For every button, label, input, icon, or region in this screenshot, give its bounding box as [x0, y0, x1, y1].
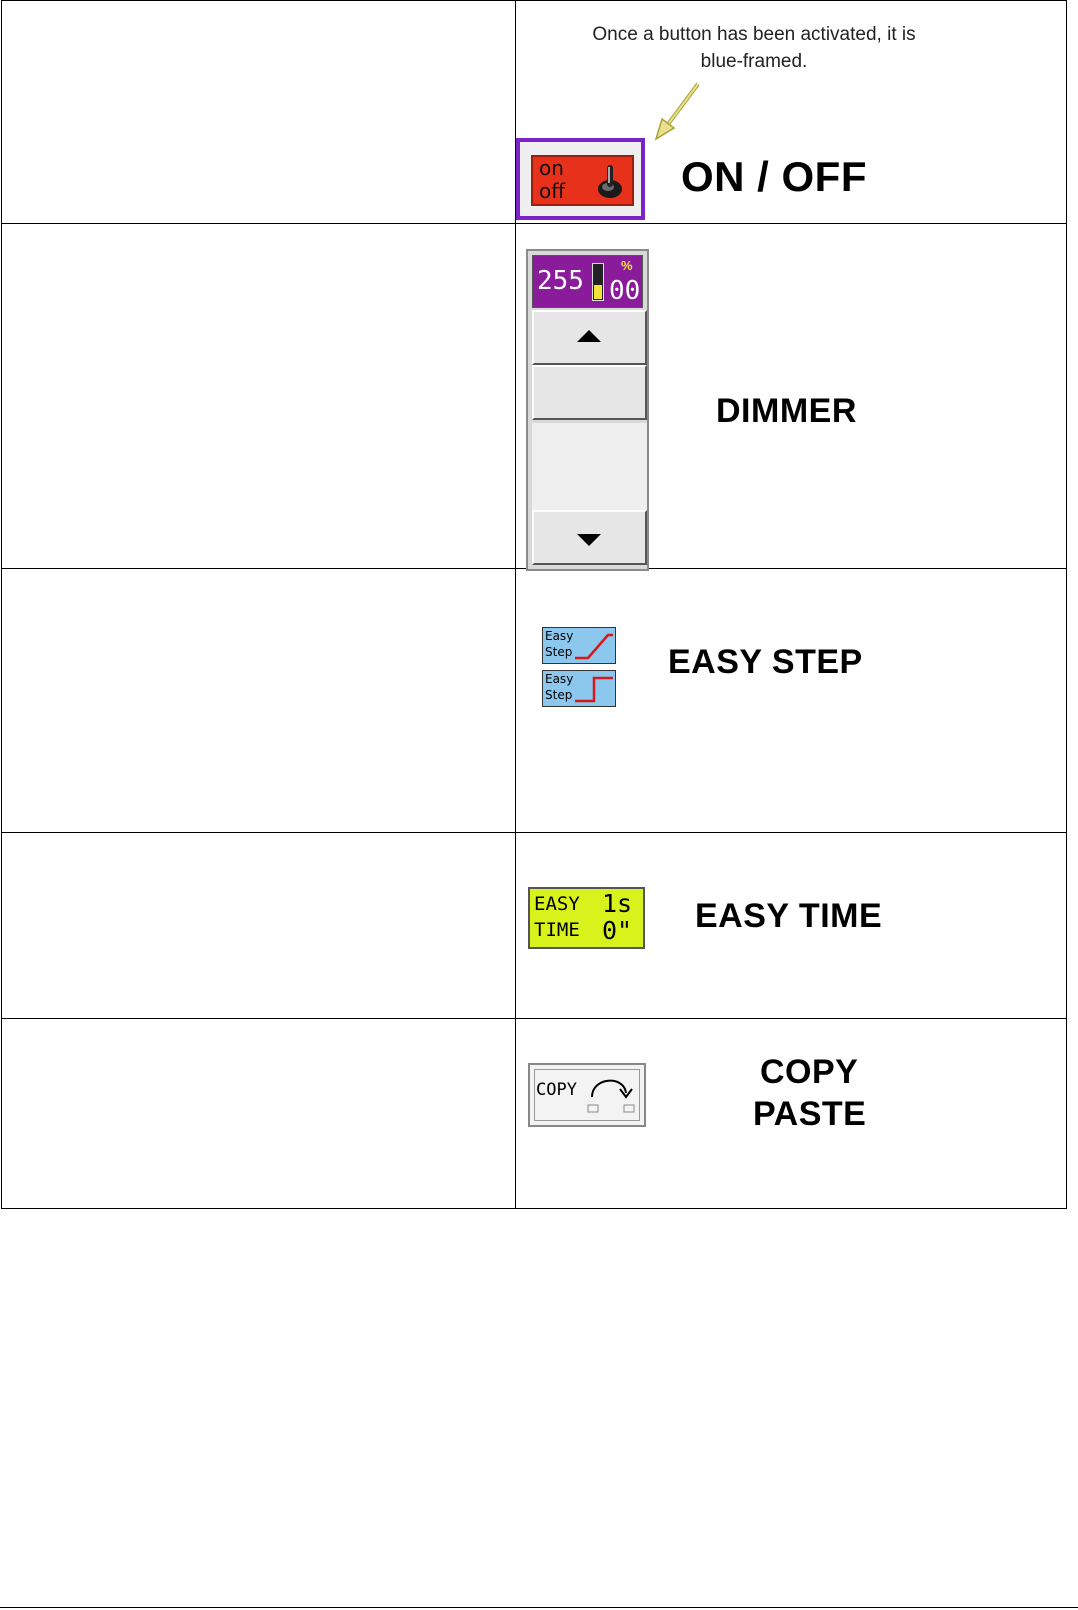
dimmer-up-button[interactable] — [532, 310, 647, 365]
easy-time-label: EASY TIME — [695, 897, 883, 935]
dimmer-level-bar — [592, 263, 604, 301]
down-arrow-icon — [577, 534, 601, 546]
toggle-switch-icon — [598, 165, 622, 198]
easy-step-ramp-button[interactable]: Easy Step — [542, 627, 616, 664]
row-dimmer: 255 % 00 DIMMER — [1, 224, 1067, 571]
row-easy-step: Easy Step Easy Step EASY STEP — [1, 569, 1067, 833]
dimmer-down-button[interactable] — [532, 510, 647, 565]
right-cell: 255 % 00 DIMMER — [516, 224, 1066, 571]
easy-time-line2-right: 0" — [602, 916, 633, 945]
right-cell: Once a button has been activated, it is … — [516, 1, 1066, 223]
copy-paste-button[interactable]: COPY — [528, 1063, 646, 1127]
right-cell: Easy Step Easy Step EASY STEP — [516, 569, 1066, 832]
easy-step-step-button[interactable]: Easy Step — [542, 670, 616, 707]
right-cell: COPY COPY PASTE — [516, 1019, 1066, 1208]
step-icon — [575, 676, 613, 703]
easy-time-button[interactable]: EASY 1s TIME 0" — [528, 887, 645, 949]
dimmer-slider-handle[interactable] — [532, 365, 647, 420]
dimmer-label: DIMMER — [716, 392, 857, 430]
up-arrow-icon — [577, 330, 601, 342]
ramp-icon — [575, 633, 613, 660]
feature-table: Once a button has been activated, it is … — [1, 0, 1067, 1209]
dimmer-display: 255 % 00 — [532, 255, 643, 308]
pointer-arrow-icon — [654, 82, 700, 141]
dimmer-value: 255 — [537, 266, 584, 296]
left-cell — [2, 1019, 515, 1208]
left-cell — [2, 224, 515, 568]
on-off-button[interactable]: on off — [531, 155, 634, 206]
row-on-off: Once a button has been activated, it is … — [1, 1, 1067, 224]
left-cell — [2, 833, 515, 1018]
copy-label: COPY — [760, 1053, 859, 1091]
on-off-label: ON / OFF — [681, 153, 867, 200]
left-cell — [2, 569, 515, 832]
left-cell — [2, 1, 515, 223]
percent-symbol: % — [621, 258, 633, 273]
activation-note: Once a button has been activated, it is … — [592, 24, 916, 72]
off-label: off — [539, 179, 566, 203]
footer-rule — [0, 1607, 1078, 1608]
row-easy-time: EASY 1s TIME 0" EASY TIME — [1, 833, 1067, 1019]
percent-value: 00 — [609, 276, 641, 306]
right-cell: EASY 1s TIME 0" EASY TIME — [516, 833, 1066, 1018]
active-frame: on off — [516, 138, 645, 220]
easy-time-line1-left: EASY — [534, 893, 580, 915]
paste-label: PASTE — [753, 1095, 867, 1133]
row-copy-paste: COPY COPY PASTE — [1, 1019, 1067, 1209]
dimmer-track[interactable] — [532, 423, 647, 511]
on-label: on — [539, 156, 564, 180]
easy-time-line1-right: 1s — [602, 889, 633, 918]
easy-time-line2-left: TIME — [534, 919, 580, 941]
easy-step-label: EASY STEP — [668, 643, 863, 681]
dimmer-control: 255 % 00 — [526, 249, 649, 571]
curved-arrow-icon — [587, 1079, 635, 1113]
